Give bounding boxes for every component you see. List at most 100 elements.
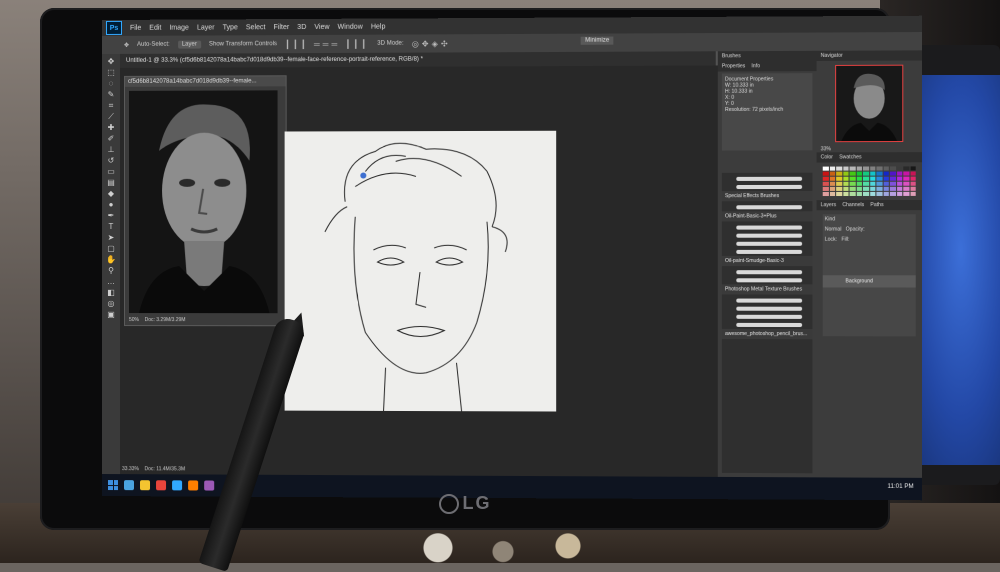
swatch[interactable]	[869, 191, 876, 196]
swatch[interactable]	[856, 171, 862, 176]
pen-tool-icon[interactable]: ✒	[106, 211, 116, 220]
swatch[interactable]	[883, 181, 889, 186]
swatch[interactable]	[903, 171, 909, 176]
path-select-tool-icon[interactable]: ➤	[106, 233, 116, 242]
brush-stroke[interactable]	[736, 205, 803, 210]
swatch[interactable]	[910, 176, 916, 181]
swatch[interactable]	[876, 171, 883, 176]
swatch[interactable]	[829, 176, 836, 181]
swatch[interactable]	[836, 186, 842, 191]
tab-color[interactable]: Color	[821, 154, 833, 160]
swatch[interactable]	[883, 186, 889, 191]
align-icons[interactable]: ┃┃┃ ═══ ┃┃┃	[285, 39, 369, 48]
swatch[interactable]	[856, 166, 862, 171]
swatch[interactable]	[849, 181, 856, 186]
more-tools-icon[interactable]: …	[106, 277, 116, 286]
marquee-tool-icon[interactable]: ⬚	[106, 68, 116, 77]
brush-stroke[interactable]	[736, 233, 803, 238]
swatch[interactable]	[836, 181, 842, 186]
navigator-preview[interactable]	[835, 64, 904, 143]
gradient-tool-icon[interactable]: ▤	[106, 178, 116, 187]
tab-layers[interactable]: Layers	[821, 202, 836, 208]
brush-stroke[interactable]	[736, 249, 803, 254]
brush-presets-list[interactable]: Special Effects Brushes Oil-Paint-Basic-…	[721, 172, 813, 474]
type-tool-icon[interactable]: T	[106, 222, 116, 231]
swatch[interactable]	[836, 166, 842, 171]
tab-properties[interactable]: Properties	[722, 63, 745, 69]
brush-group[interactable]: Oil-Paint-Basic-3+Plus	[721, 211, 813, 222]
dodge-tool-icon[interactable]: ●	[106, 200, 116, 209]
tab-channels[interactable]: Channels	[842, 202, 864, 208]
swatch[interactable]	[842, 181, 849, 186]
swatch[interactable]	[822, 191, 829, 197]
menu-select[interactable]: Select	[246, 24, 266, 31]
layer-dropdown[interactable]: Layer	[177, 40, 201, 49]
swatch[interactable]	[822, 171, 829, 176]
swatch[interactable]	[896, 191, 903, 196]
swatch[interactable]	[842, 176, 849, 181]
swatch[interactable]	[856, 186, 862, 191]
swatch[interactable]	[822, 181, 829, 186]
swatch[interactable]	[910, 181, 916, 186]
swatch[interactable]	[889, 176, 896, 181]
swatch[interactable]	[822, 176, 829, 181]
tab-brushes[interactable]: Brushes	[722, 53, 741, 59]
swatch[interactable]	[896, 181, 903, 186]
swatch[interactable]	[883, 171, 889, 176]
swatch[interactable]	[896, 176, 903, 181]
menu-edit[interactable]: Edit	[149, 24, 161, 31]
brush-group[interactable]: Oil-paint-Smudge-Basic-3	[721, 255, 813, 267]
swatch[interactable]	[883, 166, 889, 171]
swatch[interactable]	[829, 186, 836, 191]
layer-filter-kind[interactable]: Kind	[823, 214, 916, 224]
swatch[interactable]	[889, 171, 896, 176]
swatch[interactable]	[829, 166, 836, 171]
swatch[interactable]	[829, 191, 836, 197]
layer-row-background[interactable]: Background	[822, 275, 916, 288]
menu-3d[interactable]: 3D	[297, 23, 306, 30]
swatch[interactable]	[869, 166, 876, 171]
swatch[interactable]	[883, 191, 889, 196]
swatch[interactable]	[862, 166, 869, 171]
swatch[interactable]	[883, 176, 889, 181]
swatch[interactable]	[869, 176, 876, 181]
shape-tool-icon[interactable]: ▢	[106, 244, 116, 253]
3d-mode-icons[interactable]: ◎✥◈✣	[412, 39, 451, 48]
crop-tool-icon[interactable]: ⌗	[106, 101, 116, 110]
swatch[interactable]	[842, 191, 849, 197]
menu-type[interactable]: Type	[223, 24, 238, 31]
swatch[interactable]	[849, 166, 856, 171]
swatch[interactable]	[842, 186, 849, 191]
tab-navigator[interactable]: Navigator	[821, 53, 843, 59]
photoshop-taskbar-icon[interactable]	[172, 480, 183, 491]
swatch[interactable]	[903, 191, 909, 196]
swatch[interactable]	[876, 191, 883, 196]
brush-group[interactable]: Special Effects Brushes	[721, 190, 813, 202]
brush-stroke[interactable]	[736, 176, 803, 181]
menu-window[interactable]: Window	[338, 23, 363, 30]
brush-stroke[interactable]	[736, 322, 803, 328]
quick-mask-icon[interactable]: ◎	[106, 299, 116, 308]
brush-stroke[interactable]	[736, 306, 803, 311]
swatch[interactable]	[869, 186, 876, 191]
swatch[interactable]	[903, 176, 909, 181]
blend-mode-dropdown[interactable]: Normal	[825, 226, 842, 232]
app-icon[interactable]	[204, 480, 215, 491]
windows-start-icon[interactable]	[107, 480, 118, 491]
eraser-tool-icon[interactable]: ▭	[106, 167, 116, 176]
quick-select-tool-icon[interactable]: ✎	[106, 90, 116, 99]
swatch[interactable]	[862, 171, 869, 176]
lasso-tool-icon[interactable]: ◌	[106, 79, 116, 88]
brush-group[interactable]: awesome_photoshop_pencil_brus...	[721, 328, 813, 340]
brush-group[interactable]: Photoshop Metal Texture Brushes	[721, 284, 813, 295]
color-swatch-icon[interactable]: ◧	[106, 288, 116, 297]
swatch[interactable]	[849, 176, 856, 181]
swatch[interactable]	[856, 176, 862, 181]
swatch[interactable]	[856, 191, 862, 196]
reference-document-window[interactable]: cf5d6b8142078a14babc7d018d9db39--female.…	[123, 75, 287, 327]
swatch[interactable]	[829, 171, 836, 176]
stamp-tool-icon[interactable]: ⊥	[106, 145, 116, 154]
brush-stroke[interactable]	[736, 184, 803, 190]
swatch[interactable]	[896, 171, 903, 176]
brush-stroke[interactable]	[736, 298, 803, 303]
